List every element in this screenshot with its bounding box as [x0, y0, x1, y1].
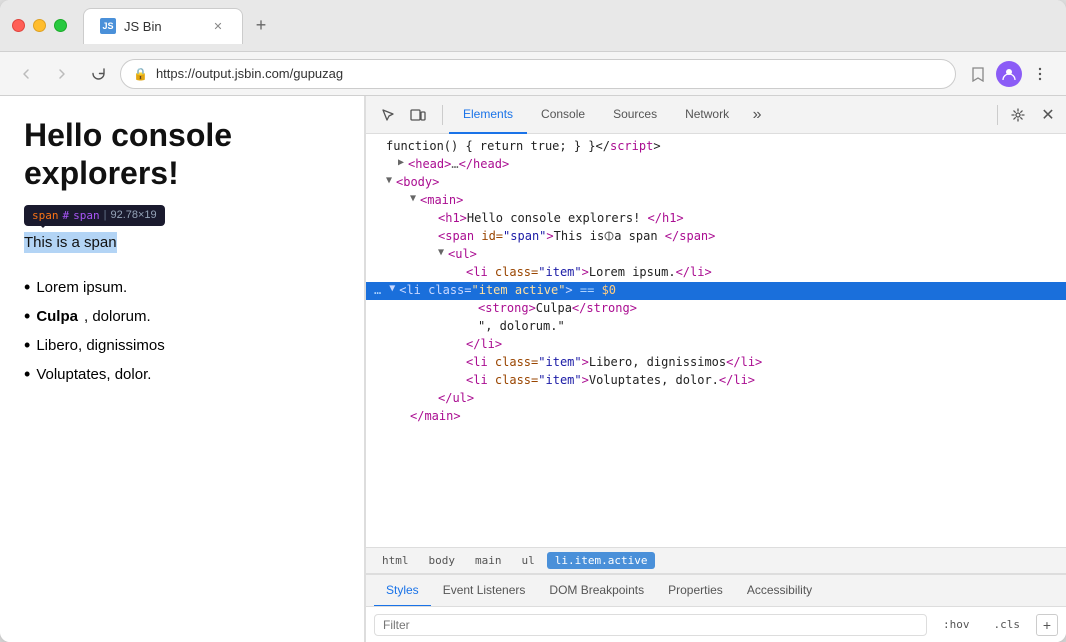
- tab-console[interactable]: Console: [527, 96, 599, 134]
- dom-line: ▼ <main>: [366, 192, 1066, 210]
- nav-actions: [964, 60, 1054, 88]
- dom-line-selected[interactable]: … ▼ <li class="item active"> == $0: [366, 282, 1066, 300]
- new-tab-button[interactable]: +: [247, 12, 275, 40]
- minimize-window-button[interactable]: [33, 19, 46, 32]
- add-style-button[interactable]: +: [1036, 614, 1058, 636]
- tab-styles[interactable]: Styles: [374, 575, 431, 607]
- browser-window: JS JS Bin ✕ + 🔒 https://output.jsbin.com…: [0, 0, 1066, 642]
- dom-line: <h1>Hello console explorers! </h1>: [366, 210, 1066, 228]
- dom-line: </main>: [366, 408, 1066, 426]
- tooltip-dimensions: 92.78×19: [110, 209, 156, 221]
- devtools-close-button[interactable]: ✕: [1034, 101, 1062, 129]
- page-list: Lorem ipsum. Culpa , dolorum. Libero, dig…: [24, 273, 340, 389]
- fullscreen-window-button[interactable]: [54, 19, 67, 32]
- dom-line: <li class="item">Lorem ipsum.</li>: [366, 264, 1066, 282]
- forward-button[interactable]: [48, 60, 76, 88]
- breadcrumb-html[interactable]: html: [374, 552, 417, 569]
- tab-dom-breakpoints[interactable]: DOM Breakpoints: [537, 575, 656, 607]
- breadcrumb-ul[interactable]: ul: [514, 552, 543, 569]
- element-tooltip: span#span | 92.78×19: [24, 205, 165, 226]
- title-bar: JS JS Bin ✕ +: [0, 0, 1066, 52]
- dom-line: ▶ <head>…</head>: [366, 156, 1066, 174]
- tab-elements[interactable]: Elements: [449, 96, 527, 134]
- devtools-icons: [370, 101, 436, 129]
- bookmark-button[interactable]: [964, 60, 992, 88]
- close-window-button[interactable]: [12, 19, 25, 32]
- tab-favicon: JS: [100, 18, 116, 34]
- devtools-panel: Elements Console Sources Network »: [365, 96, 1066, 642]
- more-options-button[interactable]: [1026, 60, 1054, 88]
- device-toggle-icon[interactable]: [404, 101, 432, 129]
- tooltip-id: span: [73, 209, 100, 222]
- nav-bar: 🔒 https://output.jsbin.com/gupuzag: [0, 52, 1066, 96]
- tab-title: JS Bin: [124, 19, 162, 34]
- dom-line: <li class="item">Voluptates, dolor.</li>: [366, 372, 1066, 390]
- reload-button[interactable]: [84, 60, 112, 88]
- dom-line: <span id="span">This isa span </span>: [366, 228, 1066, 246]
- list-item-text: Voluptates, dolor.: [36, 366, 151, 383]
- lock-icon: 🔒: [133, 67, 148, 81]
- breadcrumb-body[interactable]: body: [421, 552, 464, 569]
- dom-line: <strong>Culpa</strong>: [366, 300, 1066, 318]
- tooltip-tag: span: [32, 209, 59, 222]
- dom-line: </li>: [366, 336, 1066, 354]
- list-item: Lorem ipsum.: [24, 273, 340, 302]
- url-text: https://output.jsbin.com/gupuzag: [156, 66, 943, 81]
- page-heading: Hello console explorers!: [24, 116, 340, 193]
- devtools-tabs: Elements Console Sources Network »: [449, 96, 991, 134]
- filter-bar: :hov .cls +: [366, 606, 1066, 642]
- tab-accessibility[interactable]: Accessibility: [735, 575, 824, 607]
- tab-close-button[interactable]: ✕: [210, 18, 226, 34]
- cls-filter-button[interactable]: .cls: [986, 616, 1029, 633]
- toolbar-divider-2: [997, 105, 998, 125]
- tab-bar: JS JS Bin ✕ +: [83, 8, 1054, 44]
- browser-content: Hello console explorers! span#span | 92.…: [0, 96, 1066, 642]
- dom-line: <li class="item">Libero, dignissimos</li…: [366, 354, 1066, 372]
- devtools-toolbar: Elements Console Sources Network »: [366, 96, 1066, 134]
- active-tab[interactable]: JS JS Bin ✕: [83, 8, 243, 44]
- dom-tree: function() { return true; } }</script> ▶…: [366, 134, 1066, 547]
- breadcrumb-main[interactable]: main: [467, 552, 510, 569]
- dom-line: ", dolorum.": [366, 318, 1066, 336]
- tab-event-listeners[interactable]: Event Listeners: [431, 575, 538, 607]
- list-item-bold: Culpa: [36, 308, 78, 325]
- toolbar-divider: [442, 105, 443, 125]
- tooltip-hash: #: [63, 209, 70, 222]
- tab-network[interactable]: Network: [671, 96, 743, 134]
- styles-filter-input[interactable]: [374, 614, 927, 636]
- tab-sources[interactable]: Sources: [599, 96, 671, 134]
- inspect-element-icon[interactable]: [374, 101, 402, 129]
- devtools-settings-button[interactable]: [1004, 101, 1032, 129]
- list-item: Culpa , dolorum.: [24, 302, 340, 331]
- list-item-text: Lorem ipsum.: [36, 279, 127, 296]
- back-button[interactable]: [12, 60, 40, 88]
- expand-ul[interactable]: ▼: [438, 247, 448, 258]
- tab-properties[interactable]: Properties: [656, 575, 735, 607]
- dom-line: ▼ <body>: [366, 174, 1066, 192]
- webpage-preview: Hello console explorers! span#span | 92.…: [0, 96, 365, 642]
- expand-main[interactable]: ▼: [410, 193, 420, 204]
- bottom-panel-tabs: Styles Event Listeners DOM Breakpoints P…: [366, 574, 1066, 606]
- list-item-text: , dolorum.: [84, 308, 151, 325]
- hov-filter-button[interactable]: :hov: [935, 616, 978, 633]
- address-bar[interactable]: 🔒 https://output.jsbin.com/gupuzag: [120, 59, 956, 89]
- user-avatar[interactable]: [996, 61, 1022, 87]
- expand-head[interactable]: ▶: [398, 157, 408, 168]
- list-item-text: Libero, dignissimos: [36, 337, 164, 354]
- dom-line: function() { return true; } }</script>: [366, 138, 1066, 156]
- dom-line: ▼ <ul>: [366, 246, 1066, 264]
- tooltip-separator: |: [104, 209, 107, 221]
- highlighted-span: This is a span: [24, 232, 117, 253]
- expand-body[interactable]: ▼: [386, 175, 396, 186]
- list-item: Libero, dignissimos: [24, 331, 340, 360]
- breadcrumb-active[interactable]: li.item.active: [547, 552, 656, 569]
- breadcrumb-bar: html body main ul li.item.active: [366, 547, 1066, 574]
- list-item: Voluptates, dolor.: [24, 360, 340, 389]
- more-tabs-button[interactable]: »: [743, 101, 771, 129]
- traffic-lights: [12, 19, 67, 32]
- dom-line: </ul>: [366, 390, 1066, 408]
